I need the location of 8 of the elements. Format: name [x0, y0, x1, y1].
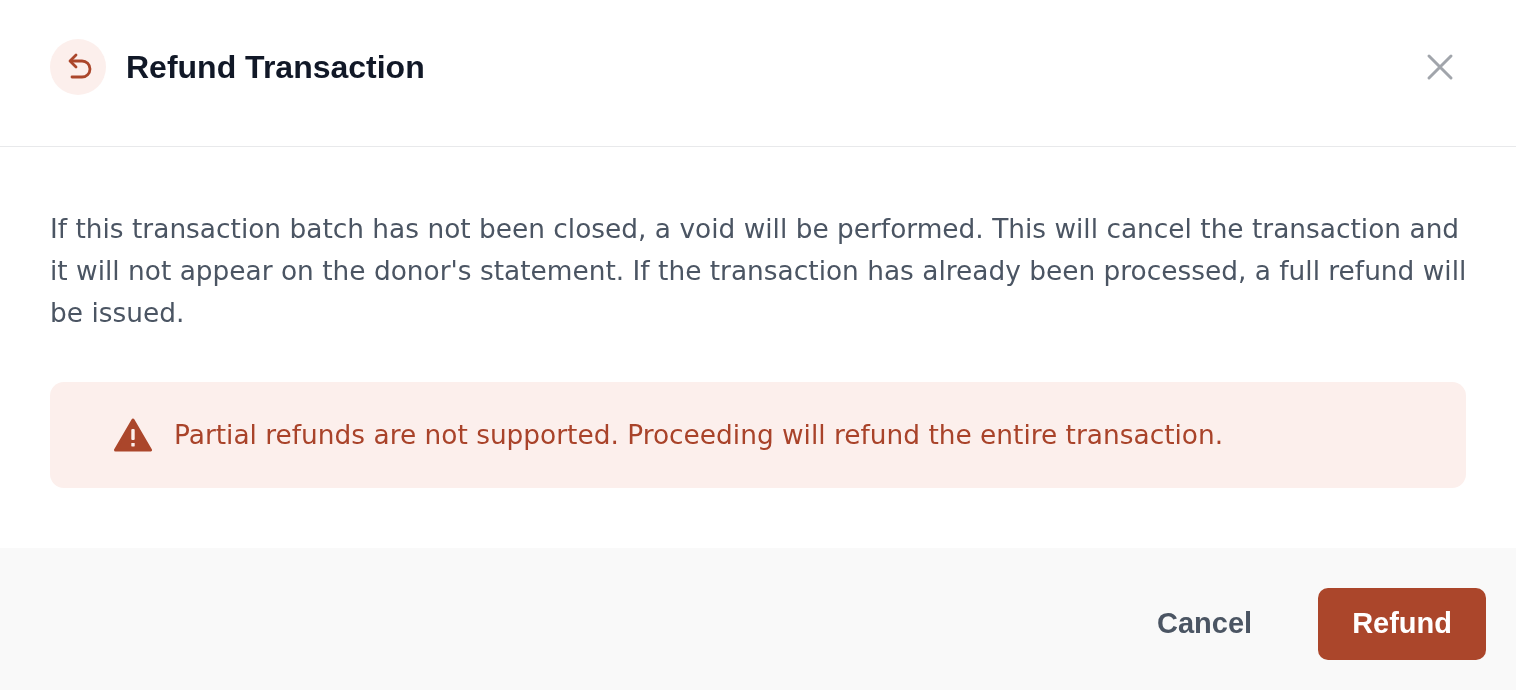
dialog-message: If this transaction batch has not been closed, a void will be performed. This will cancel the transaction and it will not appear on the donor's statement. If the transaction has already been processed, a full refund will be issued.: [50, 212, 1468, 330]
refund-button[interactable]: Refund: [1318, 588, 1486, 660]
cancel-button[interactable]: Cancel: [1127, 588, 1283, 660]
close-icon[interactable]: [1426, 53, 1454, 81]
warning-icon: [114, 418, 152, 452]
dialog-title: Refund Transaction: [126, 47, 425, 87]
undo-icon: [50, 39, 106, 95]
warning-text: Partial refunds are not supported. Proceeding will refund the entire transaction.: [174, 419, 1224, 451]
